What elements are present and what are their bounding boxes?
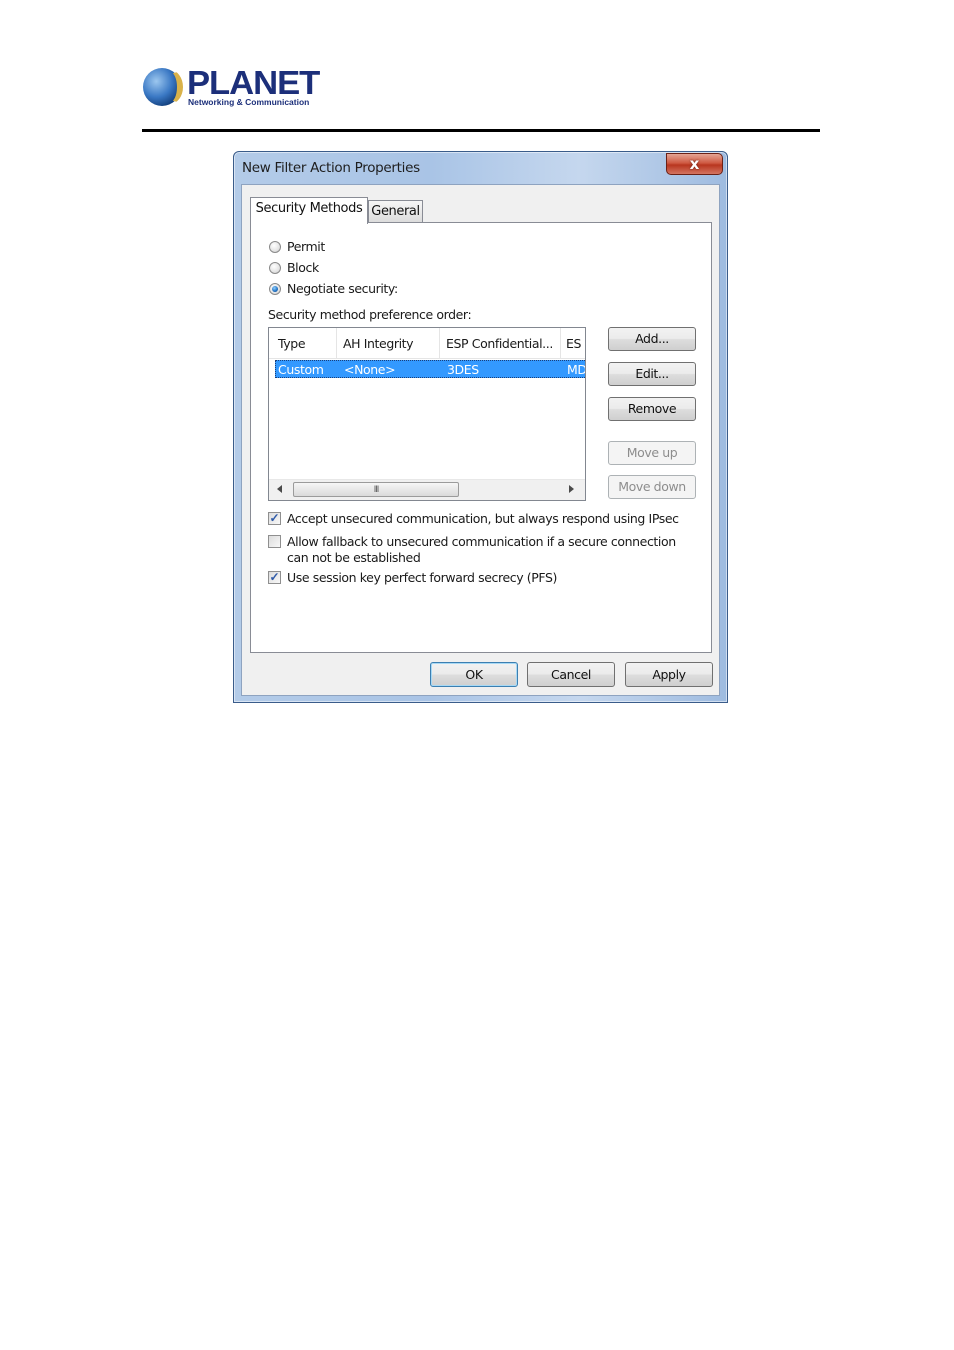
- dialog-title: New Filter Action Properties: [242, 160, 420, 176]
- column-header-ah-integrity[interactable]: AH Integrity: [343, 336, 414, 351]
- scroll-thumb[interactable]: III: [293, 482, 459, 497]
- security-methods-pane: Permit Block Negotiate security: Securit…: [250, 222, 712, 653]
- scroll-right-icon[interactable]: [569, 485, 574, 493]
- security-methods-list[interactable]: Type AH Integrity ESP Confidential... ES…: [268, 327, 586, 501]
- allow-fallback-label[interactable]: Allow fallback to unsecured communicatio…: [287, 534, 676, 549]
- remove-button[interactable]: Remove: [608, 397, 696, 421]
- edit-button[interactable]: Edit...: [608, 362, 696, 386]
- column-separator[interactable]: [560, 328, 561, 358]
- dialog-client: Security Methods General Permit Block Ne…: [241, 184, 720, 696]
- negotiate-security-radio[interactable]: [269, 283, 281, 295]
- add-button[interactable]: Add...: [608, 327, 696, 351]
- logo-tagline: Networking & Communication: [188, 97, 310, 107]
- list-header: Type AH Integrity ESP Confidential... ES: [269, 328, 585, 359]
- column-separator[interactable]: [336, 328, 337, 358]
- table-row[interactable]: Custom <None> 3DES MD: [275, 360, 586, 378]
- pfs-checkbox[interactable]: ✓: [268, 571, 281, 584]
- planet-logo: PLANET Networking & Communication: [143, 66, 320, 110]
- cancel-button[interactable]: Cancel: [527, 662, 615, 687]
- pfs-label[interactable]: Use session key perfect forward secrecy …: [287, 570, 557, 585]
- column-header-esp-integrity[interactable]: ES: [566, 336, 581, 351]
- scroll-grip-icon: III: [373, 484, 380, 494]
- header-divider: [142, 129, 820, 132]
- cell-esp-integrity: MD: [567, 362, 586, 377]
- move-down-button[interactable]: Move down: [608, 475, 696, 499]
- tab-general[interactable]: General: [368, 200, 423, 223]
- filter-action-dialog: New Filter Action Properties x Security …: [233, 151, 728, 703]
- column-header-type[interactable]: Type: [278, 336, 306, 351]
- permit-radio[interactable]: [269, 241, 281, 253]
- close-button[interactable]: x: [666, 153, 723, 175]
- negotiate-security-label[interactable]: Negotiate security:: [287, 281, 398, 296]
- close-icon: x: [689, 155, 700, 173]
- scroll-left-icon[interactable]: [277, 485, 282, 493]
- cell-type: Custom: [278, 362, 324, 377]
- cell-ah-integrity: <None>: [344, 362, 396, 377]
- preference-order-label: Security method preference order:: [268, 307, 472, 322]
- horizontal-scrollbar[interactable]: III: [269, 479, 585, 500]
- accept-unsecured-checkbox[interactable]: ✓: [268, 512, 281, 525]
- column-separator[interactable]: [439, 328, 440, 358]
- logo-brand: PLANET: [187, 64, 320, 101]
- allow-fallback-checkbox[interactable]: [268, 535, 281, 548]
- column-header-esp-confidentiality[interactable]: ESP Confidential...: [446, 336, 553, 351]
- ok-button[interactable]: OK: [430, 662, 518, 687]
- block-label[interactable]: Block: [287, 260, 319, 275]
- swoosh-icon: [157, 70, 183, 104]
- accept-unsecured-label[interactable]: Accept unsecured communication, but alwa…: [287, 511, 679, 526]
- cell-esp-confidentiality: 3DES: [447, 362, 479, 377]
- permit-label[interactable]: Permit: [287, 239, 325, 254]
- tab-security-methods[interactable]: Security Methods: [250, 197, 368, 224]
- apply-button[interactable]: Apply: [625, 662, 713, 687]
- move-up-button[interactable]: Move up: [608, 441, 696, 465]
- allow-fallback-label-line2[interactable]: can not be established: [287, 550, 421, 565]
- block-radio[interactable]: [269, 262, 281, 274]
